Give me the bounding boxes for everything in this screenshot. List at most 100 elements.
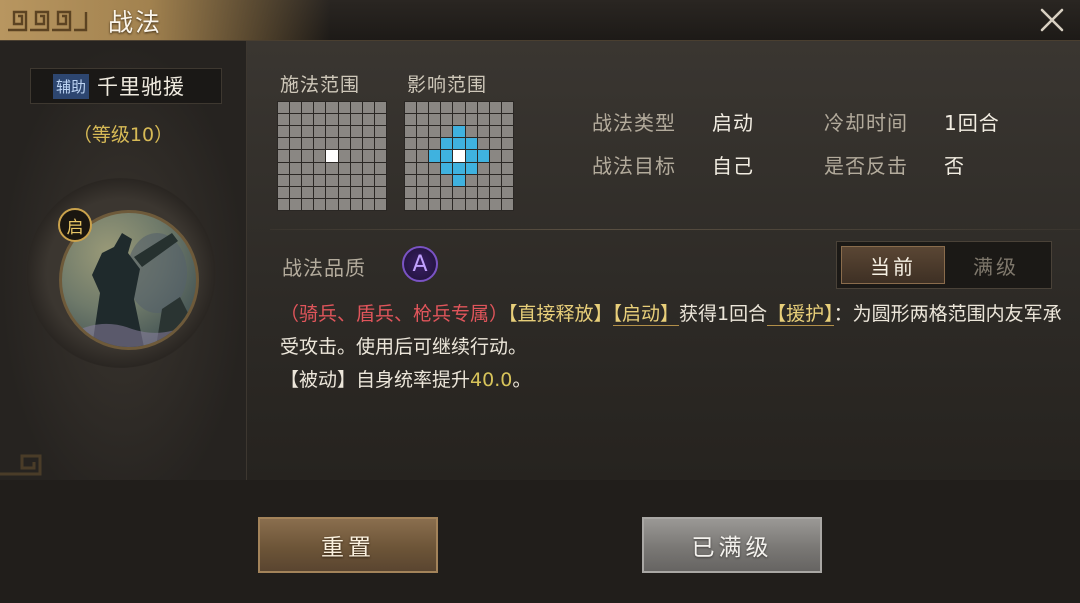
grid-cell xyxy=(278,198,290,210)
grid-cell xyxy=(278,102,290,114)
grid-cell xyxy=(374,186,386,198)
grid-cell xyxy=(429,102,441,114)
grid-cell xyxy=(326,126,338,138)
grid-cell xyxy=(405,198,417,210)
skill-name-box: 辅助 千里驰援 xyxy=(30,68,222,104)
grid-cell xyxy=(338,186,350,198)
grid-cell xyxy=(362,186,374,198)
grid-cell-self xyxy=(453,150,465,162)
direct-release-tag: 【直接释放】 xyxy=(508,303,613,325)
tab-max-level[interactable]: 满级 xyxy=(945,246,1047,284)
grid-cell xyxy=(362,150,374,162)
grid-cell xyxy=(489,114,501,126)
grid-cell xyxy=(302,198,314,210)
grid-cell xyxy=(314,126,326,138)
exclusive-troops-text: （骑兵、盾兵、枪兵专属） xyxy=(280,303,509,325)
grid-cell xyxy=(278,162,290,174)
grid-cell xyxy=(338,114,350,126)
grid-cell xyxy=(374,102,386,114)
close-icon[interactable] xyxy=(1038,6,1066,34)
grid-cell xyxy=(350,174,362,186)
grid-cell-affected xyxy=(453,162,465,174)
grid-cell xyxy=(489,150,501,162)
grid-cell xyxy=(314,150,326,162)
grid-cell xyxy=(477,126,489,138)
grid-cell xyxy=(489,198,501,210)
grid-cell xyxy=(417,126,429,138)
activation-badge: 启 xyxy=(58,208,92,242)
grid-cell xyxy=(278,138,290,150)
grid-cell xyxy=(326,198,338,210)
cast-range-label: 施法范围 xyxy=(280,74,361,96)
grid-cell xyxy=(477,198,489,210)
level-toggle: 当前 满级 xyxy=(836,241,1052,289)
max-level-button[interactable]: 已满级 xyxy=(642,517,822,573)
grid-cell xyxy=(501,150,513,162)
section-divider xyxy=(270,229,1080,230)
grid-cell xyxy=(290,198,302,210)
grid-cell xyxy=(405,114,417,126)
grid-cell-affected xyxy=(441,138,453,150)
grid-cell xyxy=(417,174,429,186)
grid-cell xyxy=(501,162,513,174)
grid-cell xyxy=(453,186,465,198)
grid-cell xyxy=(290,186,302,198)
grid-cell xyxy=(441,186,453,198)
skill-name: 千里驰援 xyxy=(97,75,186,99)
grid-cell xyxy=(405,102,417,114)
grid-cell xyxy=(441,126,453,138)
grid-cell xyxy=(290,174,302,186)
grid-cell xyxy=(465,198,477,210)
grid-cell-affected xyxy=(441,150,453,162)
start-tag[interactable]: 【启动】 xyxy=(612,303,680,326)
grid-cell xyxy=(350,198,362,210)
grid-cell-affected xyxy=(453,138,465,150)
grid-cell xyxy=(465,102,477,114)
action-bar xyxy=(0,480,1080,603)
grid-cell-affected xyxy=(429,150,441,162)
grid-cell xyxy=(441,174,453,186)
corner-ornament-icon xyxy=(0,454,42,476)
grid-cell xyxy=(374,162,386,174)
passive-end: 。 xyxy=(512,369,532,391)
grid-cell-affected xyxy=(453,126,465,138)
grid-cell xyxy=(302,126,314,138)
grid-cell xyxy=(326,138,338,150)
quality-label: 战法品质 xyxy=(282,256,366,280)
grid-cell xyxy=(405,126,417,138)
grid-cell xyxy=(362,138,374,150)
grid-cell xyxy=(501,138,513,150)
grid-cell-affected xyxy=(477,150,489,162)
grid-cell xyxy=(362,198,374,210)
grid-cell xyxy=(350,162,362,174)
grid-cell xyxy=(314,138,326,150)
reset-button[interactable]: 重置 xyxy=(258,517,438,573)
grid-cell xyxy=(350,114,362,126)
grid-cell xyxy=(429,198,441,210)
grid-cell xyxy=(501,114,513,126)
grid-cell xyxy=(302,102,314,114)
role-tag: 辅助 xyxy=(53,73,90,99)
grid-cell xyxy=(429,174,441,186)
grid-cell xyxy=(374,198,386,210)
grid-cell xyxy=(374,126,386,138)
grid-cell xyxy=(290,162,302,174)
grid-cell xyxy=(465,114,477,126)
effect-range-grid xyxy=(404,101,514,211)
grid-cell xyxy=(405,138,417,150)
grid-cell xyxy=(278,114,290,126)
grid-cell xyxy=(417,114,429,126)
grid-cell xyxy=(278,150,290,162)
support-tag[interactable]: 【援护】 xyxy=(767,303,834,326)
grid-cell-affected xyxy=(465,162,477,174)
grid-cell xyxy=(326,174,338,186)
grid-cell xyxy=(350,150,362,162)
grid-cell xyxy=(465,174,477,186)
tab-current[interactable]: 当前 xyxy=(841,246,945,284)
skill-target-value: 自己 xyxy=(712,154,754,178)
grid-cell xyxy=(278,174,290,186)
grid-cell xyxy=(326,162,338,174)
skill-description: （骑兵、盾兵、枪兵专属）【直接释放】【启动】获得1回合【援护】：为圆形两格范围内… xyxy=(280,298,1065,397)
grid-cell xyxy=(338,126,350,138)
grid-cell xyxy=(290,138,302,150)
